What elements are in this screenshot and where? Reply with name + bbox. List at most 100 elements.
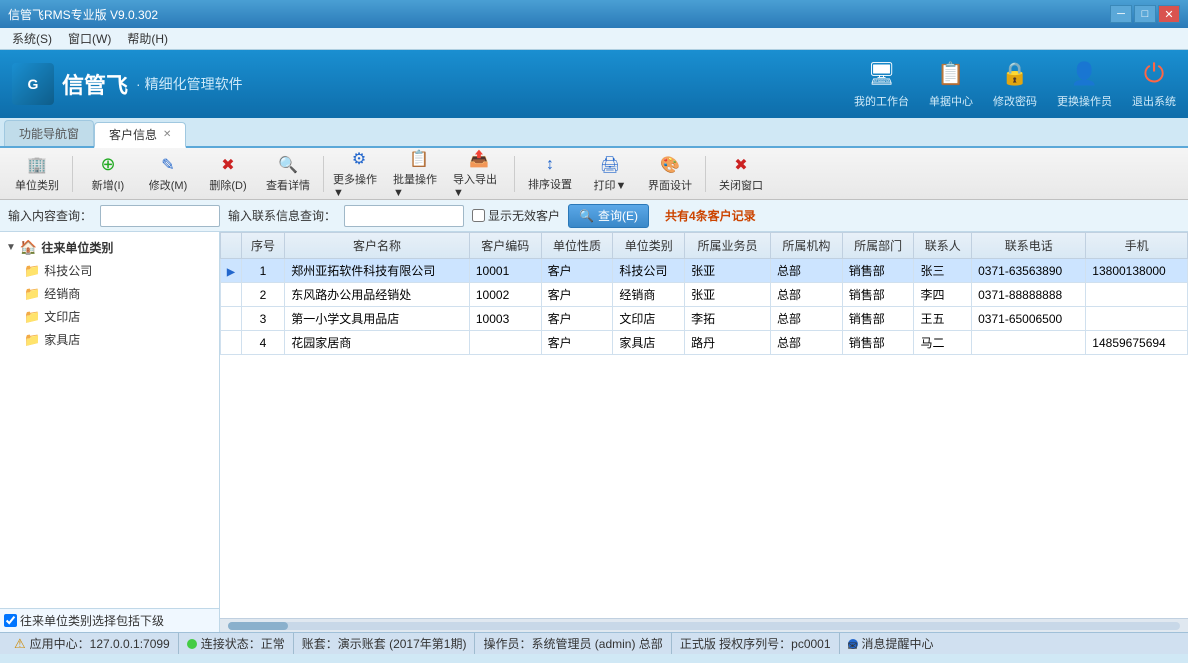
row-nature: 客户 — [541, 331, 613, 355]
tree-item-tech-label: 科技公司 — [44, 262, 92, 279]
unit-type-button[interactable]: 🏢 单位类别 — [8, 152, 66, 196]
table-row[interactable]: 3 第一小学文具用品店 10003 客户 文印店 李拓 总部 销售部 王五 03… — [221, 307, 1188, 331]
show-invalid-checkbox-label[interactable]: 显示无效客户 — [472, 207, 560, 224]
more-ops-button[interactable]: ⚙ 更多操作▼ — [330, 152, 388, 196]
edit-button[interactable]: ✎ 修改(M) — [139, 152, 197, 196]
data-panel: 序号 客户名称 客户编码 单位性质 单位类别 所属业务员 所属机构 所属部门 联… — [220, 232, 1188, 632]
import-export-button[interactable]: 📤 导入导出▼ — [450, 152, 508, 196]
toolbar-sep-4 — [705, 156, 706, 192]
edit-label: 修改(M) — [149, 177, 188, 193]
search-content-input[interactable] — [100, 205, 220, 227]
monitor-icon: 🖥 — [864, 59, 900, 89]
col-name: 客户名称 — [285, 233, 470, 259]
print-button[interactable]: 🖨 打印▼ — [581, 152, 639, 196]
tree-item-tech[interactable]: 📁 科技公司 — [4, 259, 215, 282]
folder-icon-print: 📁 — [24, 309, 40, 325]
menu-help[interactable]: 帮助(H) — [119, 28, 176, 49]
col-contact: 联系人 — [914, 233, 972, 259]
tab-nav-label: 功能导航窗 — [19, 125, 79, 142]
status-message-text: 消息提醒中心 — [862, 635, 934, 652]
tree-item-dealer[interactable]: 📁 经销商 — [4, 282, 215, 305]
triangle-icon: ▼ — [6, 242, 16, 253]
menu-system[interactable]: 系统(S) — [4, 28, 60, 49]
row-org: 总部 — [770, 259, 842, 283]
logout-label: 退出系统 — [1132, 93, 1176, 109]
data-table-wrapper: 序号 客户名称 客户编码 单位性质 单位类别 所属业务员 所属机构 所属部门 联… — [220, 232, 1188, 618]
row-name: 花园家居商 — [285, 331, 470, 355]
add-label: 新增(I) — [92, 177, 124, 193]
logo-icon: G — [12, 63, 54, 105]
row-type: 科技公司 — [613, 259, 685, 283]
search-content-label: 输入内容查询： — [8, 207, 92, 224]
import-export-label: 导入导出▼ — [453, 171, 505, 199]
include-sub-label[interactable]: 往来单位类别选择包括下级 — [4, 612, 164, 629]
logout-action[interactable]: ⏻ 退出系统 — [1132, 59, 1176, 109]
documents-label: 单据中心 — [929, 93, 973, 109]
workbench-action[interactable]: 🖥 我的工作台 — [854, 59, 909, 109]
search-contact-input[interactable] — [344, 205, 464, 227]
tree-content: ▼ 🏠 往来单位类别 📁 科技公司 📁 经销商 📁 文印店 📁 家具店 — [0, 232, 219, 608]
show-invalid-label: 显示无效客户 — [488, 207, 560, 224]
col-phone: 联系电话 — [972, 233, 1086, 259]
row-phone: 0371-63563890 — [972, 259, 1086, 283]
more-ops-label: 更多操作▼ — [333, 171, 385, 199]
table-row[interactable]: 2 东风路办公用品经销处 10002 客户 经销商 张亚 总部 销售部 李四 0… — [221, 283, 1188, 307]
tab-close-icon[interactable]: ✕ — [163, 129, 171, 140]
close-window-button[interactable]: ✖ 关闭窗口 — [712, 152, 770, 196]
view-detail-button[interactable]: 🔍 查看详情 — [259, 152, 317, 196]
row-indicator-cell — [221, 331, 242, 355]
tree-item-print[interactable]: 📁 文印店 — [4, 305, 215, 328]
row-contact: 张三 — [914, 259, 972, 283]
ui-design-button[interactable]: 🎨 界面设计 — [641, 152, 699, 196]
col-mobile: 手机 — [1086, 233, 1188, 259]
col-code: 客户编码 — [469, 233, 541, 259]
tab-bar: 功能导航窗 客户信息 ✕ — [0, 118, 1188, 148]
add-button[interactable]: ⊕ 新增(I) — [79, 152, 137, 196]
password-action[interactable]: 🔒 修改密码 — [993, 59, 1037, 109]
status-operator: 操作员：系统管理员 (admin) 总部 — [475, 633, 671, 654]
include-sub-text: 往来单位类别选择包括下级 — [20, 612, 164, 629]
row-phone — [972, 331, 1086, 355]
window-controls: ─ □ ✕ — [1110, 5, 1180, 23]
table-row[interactable]: 4 花园家居商 客户 家具店 路丹 总部 销售部 马二 14859675694 — [221, 331, 1188, 355]
ui-design-label: 界面设计 — [648, 177, 692, 193]
switch-user-label: 更换操作员 — [1057, 93, 1112, 109]
tree-item-furniture[interactable]: 📁 家具店 — [4, 328, 215, 351]
col-nature: 单位性质 — [541, 233, 613, 259]
minimize-button[interactable]: ─ — [1110, 5, 1132, 23]
customer-table: 序号 客户名称 客户编码 单位性质 单位类别 所属业务员 所属机构 所属部门 联… — [220, 232, 1188, 355]
tab-nav[interactable]: 功能导航窗 — [4, 120, 94, 146]
include-sub-checkbox[interactable] — [4, 614, 17, 627]
horizontal-scrollbar[interactable] — [220, 618, 1188, 632]
row-nature: 客户 — [541, 307, 613, 331]
more-ops-icon: ⚙ — [352, 149, 366, 169]
col-salesman: 所属业务员 — [685, 233, 771, 259]
menu-window[interactable]: 窗口(W) — [60, 28, 119, 49]
sort-button[interactable]: ↕ 排序设置 — [521, 152, 579, 196]
close-button[interactable]: ✕ — [1158, 5, 1180, 23]
row-indicator-cell: ▶ — [221, 259, 242, 283]
table-row[interactable]: ▶ 1 郑州亚拓软件科技有限公司 10001 客户 科技公司 张亚 总部 销售部… — [221, 259, 1188, 283]
col-dept: 所属部门 — [842, 233, 914, 259]
scrollbar-thumb[interactable] — [228, 622, 288, 630]
status-message[interactable]: ✉ 消息提醒中心 — [840, 633, 942, 654]
documents-action[interactable]: 📋 单据中心 — [929, 59, 973, 109]
row-dept: 销售部 — [842, 331, 914, 355]
row-dept: 销售部 — [842, 307, 914, 331]
close-window-label: 关闭窗口 — [719, 177, 763, 193]
batch-ops-button[interactable]: 📋 批量操作▼ — [390, 152, 448, 196]
print-icon: 🖨 — [600, 155, 620, 175]
tree-root[interactable]: ▼ 🏠 往来单位类别 — [4, 236, 215, 259]
tree-panel: ▼ 🏠 往来单位类别 📁 科技公司 📁 经销商 📁 文印店 📁 家具店 — [0, 232, 220, 632]
tab-customer[interactable]: 客户信息 ✕ — [94, 122, 186, 148]
switch-user-action[interactable]: 👤 更换操作员 — [1057, 59, 1112, 109]
toolbar-sep-2 — [323, 156, 324, 192]
maximize-button[interactable]: □ — [1134, 5, 1156, 23]
home-icon: 🏠 — [20, 239, 37, 256]
status-version-text: 正式版 授权序列号：pc0001 — [680, 635, 831, 652]
tree-item-print-label: 文印店 — [44, 308, 80, 325]
delete-button[interactable]: ✖ 删除(D) — [199, 152, 257, 196]
row-type: 家具店 — [613, 331, 685, 355]
show-invalid-checkbox[interactable] — [472, 209, 485, 222]
search-button[interactable]: 🔍 查询(E) — [568, 204, 649, 228]
